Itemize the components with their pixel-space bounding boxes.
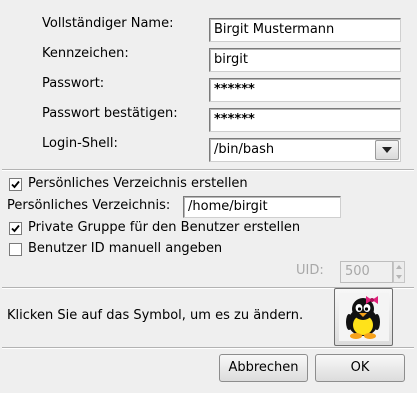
spin-arrows-icon xyxy=(396,265,402,279)
manual-uid-label[interactable]: Benutzer ID manuell angeben xyxy=(28,241,222,257)
penguin-girl-avatar-icon xyxy=(339,293,389,341)
shell-dropdown-button[interactable] xyxy=(375,140,399,160)
home-dir-label: Persönliches Verzeichnis: xyxy=(7,198,171,213)
shell-label: Login-Shell: xyxy=(42,136,118,151)
private-group-label[interactable]: Private Gruppe für den Benutzer erstelle… xyxy=(28,220,300,236)
password-field[interactable]: ****** xyxy=(209,78,401,102)
shell-select-value: /bin/bash xyxy=(214,142,275,157)
ok-button[interactable]: OK xyxy=(315,354,405,382)
uid-spinbox[interactable]: 500 xyxy=(340,261,393,283)
separator-top xyxy=(2,169,414,171)
home-dir-field[interactable]: /home/birgit xyxy=(183,196,341,218)
checkmark-icon xyxy=(11,180,20,189)
checkmark-icon xyxy=(11,224,20,233)
avatar-icon-button[interactable] xyxy=(334,288,393,346)
fullname-label: Vollständiger Name: xyxy=(42,16,174,31)
fullname-field[interactable]: Birgit Mustermann xyxy=(209,18,401,42)
manual-uid-checkbox[interactable] xyxy=(9,243,22,256)
uid-spin-buttons[interactable] xyxy=(393,261,405,283)
chevron-down-icon xyxy=(382,147,392,153)
password-confirm-label: Passwort bestätigen: xyxy=(42,106,178,121)
private-group-checkbox[interactable] xyxy=(9,222,22,235)
icon-hint-text: Klicken Sie auf das Symbol, um es zu änd… xyxy=(7,308,304,323)
cancel-button[interactable]: Abbrechen xyxy=(219,354,308,382)
password-confirm-field[interactable]: ****** xyxy=(209,108,401,132)
login-field[interactable]: birgit xyxy=(209,48,401,72)
separator-bottom xyxy=(2,347,414,349)
uid-label: UID: xyxy=(296,263,324,278)
create-home-label[interactable]: Persönliches Verzeichnis erstellen xyxy=(28,176,248,192)
uid-value: 500 xyxy=(345,264,370,279)
password-label: Passwort: xyxy=(42,76,105,91)
shell-select[interactable]: /bin/bash xyxy=(209,138,401,162)
login-label: Kennzeichen: xyxy=(42,46,129,61)
create-home-checkbox[interactable] xyxy=(9,178,22,191)
